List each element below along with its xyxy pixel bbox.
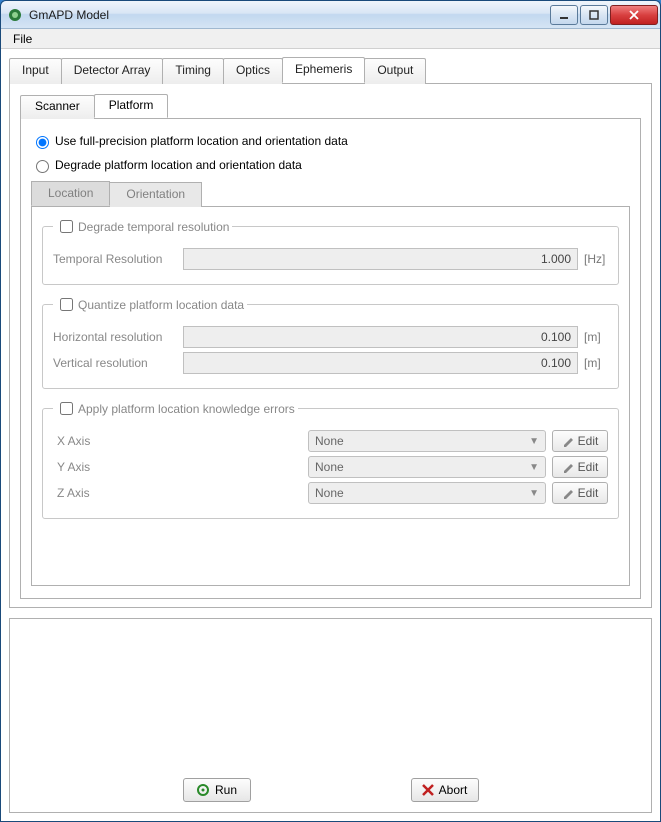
- platform-panel: Use full-precision platform location and…: [20, 118, 641, 599]
- tab-timing[interactable]: Timing: [162, 58, 224, 84]
- group-errors: Apply platform location knowledge errors…: [42, 399, 619, 519]
- input-horizontal-resolution[interactable]: [183, 326, 578, 348]
- tab-scanner[interactable]: Scanner: [20, 95, 95, 119]
- label-horizontal-resolution: Horizontal resolution: [53, 330, 183, 344]
- app-window: GmAPD Model File Input Detector Array Ti…: [0, 0, 661, 822]
- legend-errors: Apply platform location knowledge errors: [78, 402, 295, 416]
- input-temporal-resolution[interactable]: [183, 248, 578, 270]
- main-tabs: Input Detector Array Timing Optics Ephem…: [9, 57, 652, 83]
- label-z-axis: Z Axis: [53, 486, 113, 500]
- legend-degrade-temporal: Degrade temporal resolution: [78, 220, 229, 234]
- pencil-icon: [562, 487, 574, 499]
- checkbox-errors[interactable]: [60, 402, 73, 415]
- minimize-button[interactable]: [550, 5, 578, 25]
- location-panel: Degrade temporal resolution Temporal Res…: [31, 206, 630, 586]
- run-button[interactable]: Run: [183, 778, 251, 802]
- action-buttons: Run Abort: [10, 770, 651, 812]
- radio-full-precision-label: Use full-precision platform location and…: [55, 134, 348, 148]
- radio-degrade[interactable]: [36, 160, 49, 173]
- label-x-axis: X Axis: [53, 434, 113, 448]
- group-quantize: Quantize platform location data Horizont…: [42, 295, 619, 389]
- menu-file[interactable]: File: [5, 30, 40, 48]
- edit-y-button[interactable]: Edit: [552, 456, 608, 478]
- bottom-panel: Run Abort: [9, 618, 652, 813]
- group-temporal: Degrade temporal resolution Temporal Res…: [42, 217, 619, 285]
- checkbox-degrade-temporal[interactable]: [60, 220, 73, 233]
- maximize-button[interactable]: [580, 5, 608, 25]
- checkbox-quantize[interactable]: [60, 298, 73, 311]
- tab-location[interactable]: Location: [31, 181, 110, 206]
- sub-tabs: Location Orientation: [31, 181, 630, 206]
- input-vertical-resolution[interactable]: [183, 352, 578, 374]
- radio-full-precision[interactable]: [36, 136, 49, 149]
- gear-icon: [196, 783, 210, 797]
- menubar: File: [1, 29, 660, 49]
- chevron-down-icon: ▼: [529, 436, 539, 447]
- label-y-axis: Y Axis: [53, 460, 113, 474]
- tab-platform[interactable]: Platform: [94, 94, 169, 118]
- select-z-axis[interactable]: None▼: [308, 482, 546, 504]
- x-icon: [422, 784, 434, 796]
- maximize-icon: [589, 10, 599, 20]
- pencil-icon: [562, 435, 574, 447]
- tab-ephemeris[interactable]: Ephemeris: [282, 57, 365, 83]
- edit-z-button[interactable]: Edit: [552, 482, 608, 504]
- unit-hz: [Hz]: [578, 252, 608, 266]
- pencil-icon: [562, 461, 574, 473]
- log-area: [10, 619, 651, 770]
- select-y-axis[interactable]: None▼: [308, 456, 546, 478]
- tab-optics[interactable]: Optics: [223, 58, 283, 84]
- minimize-icon: [559, 10, 569, 20]
- ephemeris-panel: Scanner Platform Use full-precision plat…: [9, 83, 652, 608]
- abort-button[interactable]: Abort: [411, 778, 479, 802]
- radio-degrade-label: Degrade platform location and orientatio…: [55, 158, 302, 172]
- app-icon: [7, 7, 23, 23]
- select-x-axis[interactable]: None▼: [308, 430, 546, 452]
- label-vertical-resolution: Vertical resolution: [53, 356, 183, 370]
- radio-full-precision-row: Use full-precision platform location and…: [31, 133, 630, 149]
- close-icon: [629, 10, 639, 20]
- radio-degrade-row: Degrade platform location and orientatio…: [31, 157, 630, 173]
- unit-m-h: [m]: [578, 330, 608, 344]
- tab-output[interactable]: Output: [364, 58, 426, 84]
- titlebar[interactable]: GmAPD Model: [1, 1, 660, 29]
- legend-quantize: Quantize platform location data: [78, 298, 244, 312]
- chevron-down-icon: ▼: [529, 462, 539, 473]
- unit-m-v: [m]: [578, 356, 608, 370]
- close-button[interactable]: [610, 5, 658, 25]
- tab-orientation[interactable]: Orientation: [109, 182, 202, 207]
- tab-input[interactable]: Input: [9, 58, 62, 84]
- edit-x-button[interactable]: Edit: [552, 430, 608, 452]
- inner-tabs: Scanner Platform: [20, 94, 641, 118]
- chevron-down-icon: ▼: [529, 488, 539, 499]
- client-area: Input Detector Array Timing Optics Ephem…: [1, 49, 660, 821]
- label-temporal-resolution: Temporal Resolution: [53, 252, 183, 266]
- tab-detector-array[interactable]: Detector Array: [61, 58, 164, 84]
- window-title: GmAPD Model: [29, 8, 548, 22]
